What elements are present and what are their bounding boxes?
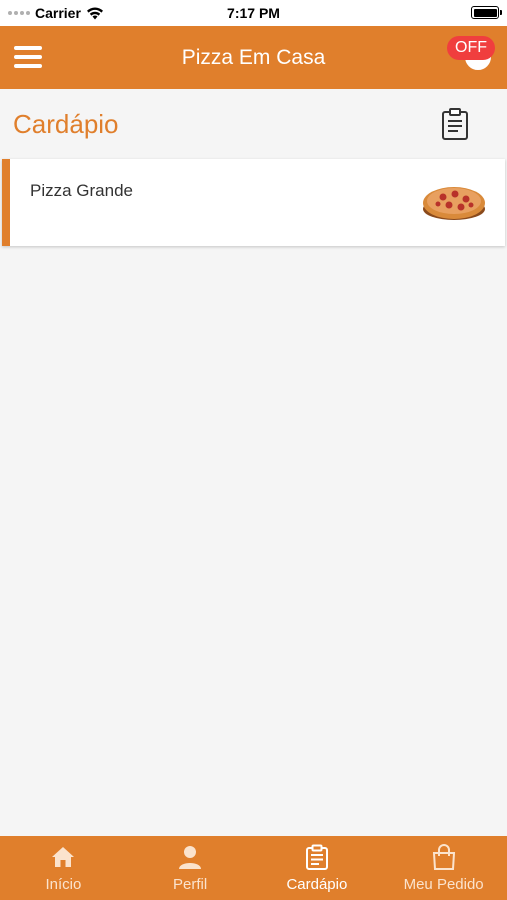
- tab-perfil[interactable]: Perfil: [127, 836, 254, 900]
- app-title: Pizza Em Casa: [181, 46, 326, 69]
- tab-label: Início: [45, 876, 82, 893]
- menu-item-name: Pizza Grande: [30, 181, 133, 200]
- tab-inicio[interactable]: Início: [0, 836, 127, 900]
- tab-bar: Início Perfil Cardápio Meu Pedido: [0, 836, 507, 900]
- status-bar: Carrier 7:17 PM: [0, 0, 507, 26]
- menu-item[interactable]: Pizza Grande: [2, 159, 505, 246]
- tab-label: Perfil: [173, 876, 208, 893]
- person-icon: [179, 846, 202, 869]
- off-badge: OFF: [447, 36, 495, 60]
- home-icon: [52, 847, 75, 867]
- tab-label: Meu Pedido: [403, 876, 484, 893]
- battery-icon: [471, 6, 502, 19]
- clipboard-icon: [305, 844, 328, 870]
- page-title: Cardápio: [13, 109, 119, 139]
- app-header: Pizza Em Casa OFF: [0, 26, 507, 89]
- tab-label: Cardápio: [286, 876, 348, 893]
- tab-meu-pedido[interactable]: Meu Pedido: [380, 836, 507, 900]
- bag-icon: [432, 844, 455, 870]
- store-status[interactable]: OFF: [445, 36, 495, 76]
- tab-cardapio[interactable]: Cardápio: [254, 836, 381, 900]
- status-time: 7:17 PM: [227, 5, 280, 21]
- section-header: Cardápio: [0, 89, 507, 159]
- clipboard-icon[interactable]: [441, 107, 469, 141]
- pizza-image: [421, 169, 487, 231]
